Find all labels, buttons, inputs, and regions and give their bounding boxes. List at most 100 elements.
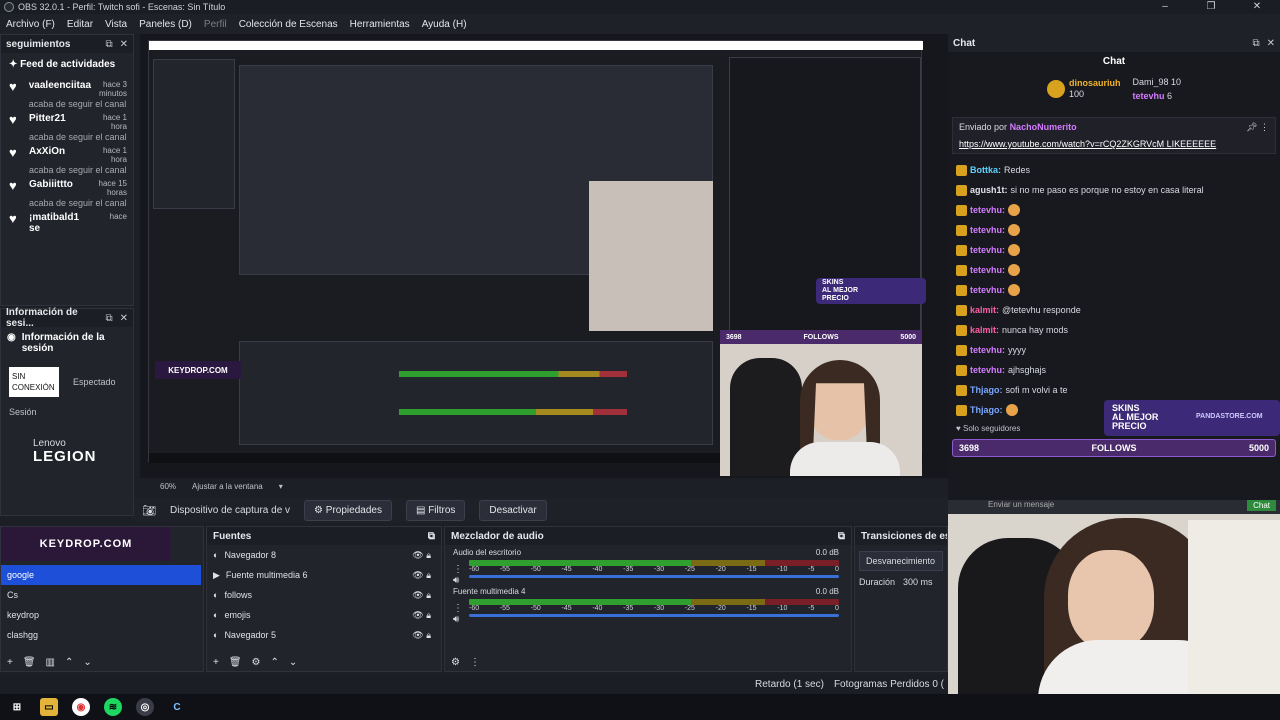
zoom-fit[interactable]: Ajustar a la ventana bbox=[192, 482, 263, 496]
preview-canvas[interactable]: KEYDROP.COM 3698 FOLLOWS 5000 SKINS AL MEJO… bbox=[140, 34, 948, 491]
windows-start-icon[interactable]: ⊞ bbox=[8, 698, 26, 716]
menu-ayuda[interactable]: Ayuda (H) bbox=[416, 19, 473, 30]
browser-icon: ◐ bbox=[213, 630, 219, 640]
chat-user[interactable]: tetevhu: bbox=[970, 205, 1005, 215]
scale-tick: -55 bbox=[499, 566, 510, 573]
chat-user[interactable]: agush1t: bbox=[970, 185, 1008, 195]
trash-icon[interactable]: 🗑︎ bbox=[229, 657, 242, 668]
kebab-icon[interactable]: ⋮ bbox=[453, 564, 463, 575]
file-explorer-icon[interactable]: ▭ bbox=[40, 698, 58, 716]
chat-text: sofi m volvi a te bbox=[1005, 385, 1068, 395]
source-item[interactable]: ◐ emojis 👁︎ 🔒︎ bbox=[207, 605, 441, 625]
feed-body: Gabiiittto hace 15 horas acaba de seguir e… bbox=[29, 179, 127, 208]
float-icon[interactable]: ⧉ bbox=[105, 39, 112, 50]
add-icon[interactable]: + bbox=[213, 657, 219, 668]
down-icon[interactable]: ⌄ bbox=[289, 657, 297, 668]
visibility-lock-icons[interactable]: 👁︎ 🔒︎ bbox=[412, 550, 431, 561]
chat-user[interactable]: kalmit: bbox=[970, 305, 999, 315]
visibility-lock-icons[interactable]: 👁︎ 🔒︎ bbox=[412, 630, 431, 641]
scene-item[interactable]: keydrop bbox=[1, 605, 201, 625]
webcam-feed: Enviar un mensaje Chat bbox=[948, 500, 1280, 694]
menu-coleccion[interactable]: Colección de Escenas bbox=[233, 19, 344, 30]
kebab-icon[interactable]: ⋮ bbox=[453, 603, 463, 614]
add-icon[interactable]: + bbox=[7, 657, 13, 668]
menu-perfil[interactable]: Perfil bbox=[198, 19, 233, 30]
menu-archivo[interactable]: Archivo (F) bbox=[0, 19, 61, 30]
more-icon[interactable]: ⋮ bbox=[470, 657, 480, 668]
volume-slider[interactable] bbox=[469, 614, 839, 617]
zoom-value[interactable]: 60% bbox=[160, 482, 176, 496]
chat-input[interactable]: Enviar un mensaje bbox=[948, 500, 1280, 514]
session-heading: Información de la sesión bbox=[21, 332, 105, 354]
close-icon[interactable]: ✕ bbox=[120, 39, 128, 50]
chrome-icon[interactable]: ◉ bbox=[72, 698, 90, 716]
status-delay: Retardo (1 sec) bbox=[755, 678, 824, 690]
chat-user[interactable]: kalmit: bbox=[970, 325, 999, 335]
scene-item[interactable]: clashgg bbox=[1, 625, 201, 645]
gear-icon[interactable]: ⚙ bbox=[252, 657, 261, 668]
duration-input[interactable]: 300 ms bbox=[903, 577, 933, 587]
spotify-icon[interactable]: ≋ bbox=[104, 698, 122, 716]
chat-send-button[interactable]: Chat bbox=[1247, 500, 1276, 511]
status-dropped: Fotogramas Perdidos 0 ( bbox=[833, 678, 944, 690]
menu-herramientas[interactable]: Herramientas bbox=[344, 19, 416, 30]
chat-user[interactable]: tetevhu: bbox=[970, 245, 1005, 255]
source-item[interactable]: ◐ follows 👁︎ 🔒︎ bbox=[207, 585, 441, 605]
scale-tick: -25 bbox=[684, 566, 695, 573]
float-icon[interactable]: ⧉ bbox=[105, 313, 112, 324]
filters-button[interactable]: ▤ Filtros bbox=[405, 499, 466, 521]
app-c-icon[interactable]: C bbox=[168, 698, 186, 716]
float-icon[interactable]: ⧉ bbox=[1252, 38, 1259, 49]
pinned-url[interactable]: https://www.youtube.com/watch?v=rCQ2ZKGR… bbox=[959, 139, 1269, 149]
chat-user[interactable]: tetevhu: bbox=[970, 265, 1005, 275]
minimize-button[interactable]: – bbox=[1142, 0, 1188, 14]
chat-user[interactable]: tetevhu: bbox=[970, 285, 1005, 295]
close-icon[interactable]: ✕ bbox=[1267, 38, 1275, 49]
visibility-lock-icons[interactable]: 👁︎ 🔒︎ bbox=[412, 610, 431, 621]
chevron-down-icon[interactable]: ▾ bbox=[279, 482, 283, 496]
chat-text: Redes bbox=[1004, 165, 1031, 175]
chat-user[interactable]: tetevhu: bbox=[970, 365, 1005, 375]
volume-slider[interactable] bbox=[469, 575, 839, 578]
heart-icon: ♥ bbox=[9, 211, 17, 226]
visibility-lock-icons[interactable]: 👁︎ 🔒︎ bbox=[412, 570, 431, 581]
chat-user[interactable]: Thjago: bbox=[970, 405, 1003, 415]
up-icon[interactable]: ⌃ bbox=[65, 657, 73, 668]
settings-icon[interactable]: ⚙ bbox=[451, 657, 460, 668]
leader-2-name: Dami_98 bbox=[1132, 77, 1169, 87]
float-icon[interactable]: ⧉ bbox=[428, 531, 435, 542]
transition-select[interactable]: Desvanecimiento bbox=[859, 551, 943, 571]
obs-taskbar-icon[interactable]: ◎ bbox=[136, 698, 154, 716]
close-button[interactable]: ✕ bbox=[1234, 0, 1280, 14]
source-label: Navegador 8 bbox=[224, 550, 276, 560]
filter-icon[interactable]: ▥ bbox=[46, 657, 55, 668]
source-item[interactable]: ▶ Fuente multimedia 6 👁︎ 🔒︎ bbox=[207, 565, 441, 585]
visibility-lock-icons[interactable]: 👁︎ 🔒︎ bbox=[412, 590, 431, 601]
feed-top: ¡matibald1 se hace bbox=[29, 212, 127, 234]
menu-paneles[interactable]: Paneles (D) bbox=[133, 19, 198, 30]
source-item[interactable]: ◐ Navegador 8 👁︎ 🔒︎ bbox=[207, 545, 441, 565]
menu-editar[interactable]: Editar bbox=[61, 19, 99, 30]
maximize-button[interactable]: ❐ bbox=[1188, 0, 1234, 14]
chat-user[interactable]: Thjago: bbox=[970, 385, 1003, 395]
close-icon[interactable]: ✕ bbox=[120, 313, 128, 324]
sub-badge-icon bbox=[956, 344, 967, 356]
menu-vista[interactable]: Vista bbox=[99, 19, 133, 30]
chat-user[interactable]: Bottka: bbox=[970, 165, 1001, 175]
chat-user[interactable]: tetevhu: bbox=[970, 225, 1005, 235]
float-icon[interactable]: ⧉ bbox=[838, 531, 845, 542]
down-icon[interactable]: ⌄ bbox=[83, 657, 91, 668]
scene-item[interactable]: google bbox=[1, 565, 201, 585]
chat-user[interactable]: tetevhu: bbox=[970, 345, 1005, 355]
pin-icon[interactable]: 📌︎ ⋮ bbox=[1246, 122, 1269, 133]
trash-icon[interactable]: 🗑︎ bbox=[23, 657, 36, 668]
deactivate-button[interactable]: Desactivar bbox=[479, 499, 547, 521]
scene-item[interactable]: Cs bbox=[1, 585, 201, 605]
source-item[interactable]: ◐ Navegador 5 👁︎ 🔒︎ bbox=[207, 625, 441, 645]
source-toolbar: 📷︎ Dispositivo de captura de v ⚙ Propied… bbox=[134, 498, 948, 522]
preview-follow-label: FOLLOWS bbox=[803, 333, 839, 341]
speaker-icon[interactable]: 🔊︎ bbox=[453, 614, 459, 625]
properties-button[interactable]: ⚙ Propiedades bbox=[304, 499, 392, 521]
leader-3: tetevhu 6 bbox=[1132, 89, 1181, 103]
up-icon[interactable]: ⌃ bbox=[271, 657, 279, 668]
